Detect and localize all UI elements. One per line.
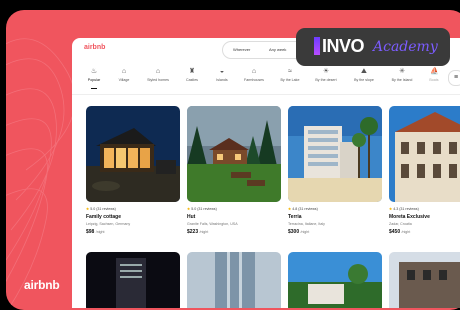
listing-card[interactable]: ★ 5.0 (31 reviews) Hut Granite Falls, Wa… [187,106,281,235]
invo-brand: INVO [322,36,365,56]
invo-academy-logo: INVO Academy [296,28,450,66]
divider [72,94,460,95]
rating: ★ 4.8 (31 reviews) [288,207,318,211]
palm-icon: ✳ [399,68,405,75]
listing-title: Hut [187,214,196,220]
star-icon: ★ [187,207,191,211]
listing-title: Moreta Exclusive [389,214,430,220]
listing-card[interactable]: ★ 5.0 (31 reviews) Family cottage Leipzi… [86,106,180,235]
listing-location: Terracina, Italiane, Italy [288,222,325,226]
listing-title: Family cottage [86,214,122,220]
search-when[interactable]: Any week [269,47,286,52]
listing-price: $98 /night [86,229,105,235]
star-icon: ★ [86,207,90,211]
listing-price: $223 /night [187,229,209,235]
invo-logo-mark [314,37,320,55]
island-icon: ◒ [219,68,225,75]
listing-photo[interactable] [187,106,281,202]
village-icon: ⌂ [121,68,127,75]
listing-photo[interactable] [86,252,180,308]
star-icon: ★ [288,207,292,211]
listing-location: Leipzig, Sachsen, Germany [86,222,131,226]
listing-price: $300 /night [288,229,310,235]
listing-card[interactable]: ★ 4.3 (31 reviews) Moreta Exclusive Zada… [389,106,460,235]
listing-price: $450 /night [389,229,411,235]
listing-photo[interactable] [86,106,180,202]
listing-location: Granite Falls, Washington, USA [187,222,238,226]
rating: ★ 5.0 (31 reviews) [86,207,116,211]
listing-photo[interactable] [187,252,281,308]
invo-subtitle: Academy [373,39,438,55]
star-icon: ★ [389,207,393,211]
listing-photo[interactable] [389,106,460,202]
farm-icon: ⌂ [251,68,257,75]
castle-icon: ♜ [188,68,196,75]
flame-icon: ♨ [90,68,98,75]
boat-icon: ⛵ [430,68,439,75]
listing-photo[interactable] [389,252,460,308]
rating: ★ 4.3 (31 reviews) [389,207,419,211]
listing-title: Terria [288,214,302,220]
category-slope[interactable]: ⛰ By the slope [344,68,384,82]
category-lake[interactable]: ≈ By the Lake [270,68,310,82]
listing-card[interactable]: ★ 4.8 (31 reviews) Terria Terracina, Ita… [288,106,382,235]
desert-icon: ☀ [322,68,330,75]
slope-icon: ⛰ [361,68,367,75]
airbnb-watermark: airbnb [24,278,60,292]
category-desert[interactable]: ☀ By the desert [306,68,346,82]
home-icon: ⌂ [155,68,161,75]
filters-icon[interactable]: ≡ [448,70,460,86]
listing-location: Zadar, Croatia [389,222,412,226]
category-farmhouses[interactable]: ⌂ Farmhouses [234,68,274,82]
airbnb-logo[interactable]: airbnb [84,44,105,51]
airbnb-app-window: airbnb Wherever Any week ♨ Popular ⌂ Villa… [72,38,460,308]
category-bar: ♨ Popular ⌂ Village ⌂ Styled homes ♜ Castles… [72,68,460,90]
lake-icon: ≈ [288,68,292,75]
listing-photo[interactable] [288,106,382,202]
search-where[interactable]: Wherever [233,47,250,52]
rating: ★ 5.0 (31 reviews) [187,207,217,211]
listing-photo[interactable] [288,252,382,308]
